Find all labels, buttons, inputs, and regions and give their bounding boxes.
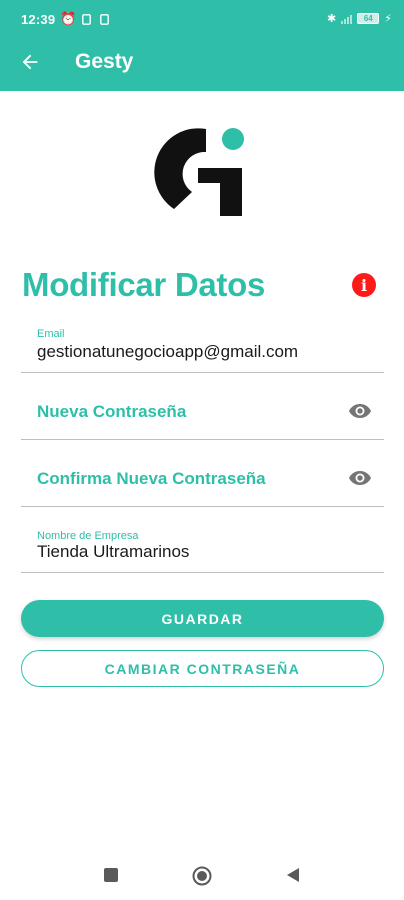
eye-icon[interactable] — [348, 403, 372, 419]
change-password-button[interactable]: CAMBIAR CONTRASEÑA — [21, 650, 384, 687]
alarm-icon: ⏰ — [60, 11, 77, 26]
status-right-icons: ✱ 64 ⚡ — [327, 12, 392, 25]
circle-icon[interactable] — [192, 866, 212, 886]
email-value[interactable]: gestionatunegocioapp@gmail.com — [37, 342, 369, 362]
bluetooth-icon: ✱ — [327, 13, 337, 25]
app-bar: 12:39 ⏰ ✱ 64 ⚡ Gesty — [0, 0, 404, 91]
sim-icon — [100, 14, 109, 25]
company-name-field[interactable]: Nombre de Empresa Tienda Ultramarinos — [21, 524, 384, 573]
new-password-field[interactable]: Nueva Contraseña — [21, 390, 384, 440]
page-title: Modificar Datos — [22, 266, 266, 303]
status-bar: 12:39 ⏰ ✱ 64 ⚡ — [0, 0, 404, 40]
status-time: 12:39 — [21, 12, 56, 27]
charging-icon: ⚡ — [384, 13, 392, 25]
confirm-password-field[interactable]: Confirma Nueva Contraseña — [21, 457, 384, 507]
company-name-value[interactable]: Tienda Ultramarinos — [37, 542, 369, 562]
email-field[interactable]: Email gestionatunegocioapp@gmail.com — [21, 322, 384, 373]
info-icon[interactable]: i — [352, 273, 376, 297]
eye-icon[interactable] — [348, 470, 372, 486]
battery-indicator: 64 — [357, 13, 380, 24]
system-nav-bar — [0, 850, 404, 900]
arrow-left-icon[interactable] — [19, 51, 41, 73]
new-password-placeholder: Nueva Contraseña — [37, 402, 187, 421]
confirm-password-placeholder: Confirma Nueva Contraseña — [37, 469, 266, 488]
gesty-logo — [154, 128, 244, 216]
save-button[interactable]: GUARDAR — [21, 600, 384, 637]
triangle-back-icon[interactable] — [286, 867, 300, 883]
email-label: Email — [37, 328, 65, 340]
company-name-label: Nombre de Empresa — [37, 530, 139, 542]
app-title: Gesty — [75, 50, 134, 73]
square-icon[interactable] — [104, 868, 118, 882]
signal-icon — [341, 13, 353, 24]
sim-icon — [82, 14, 91, 25]
